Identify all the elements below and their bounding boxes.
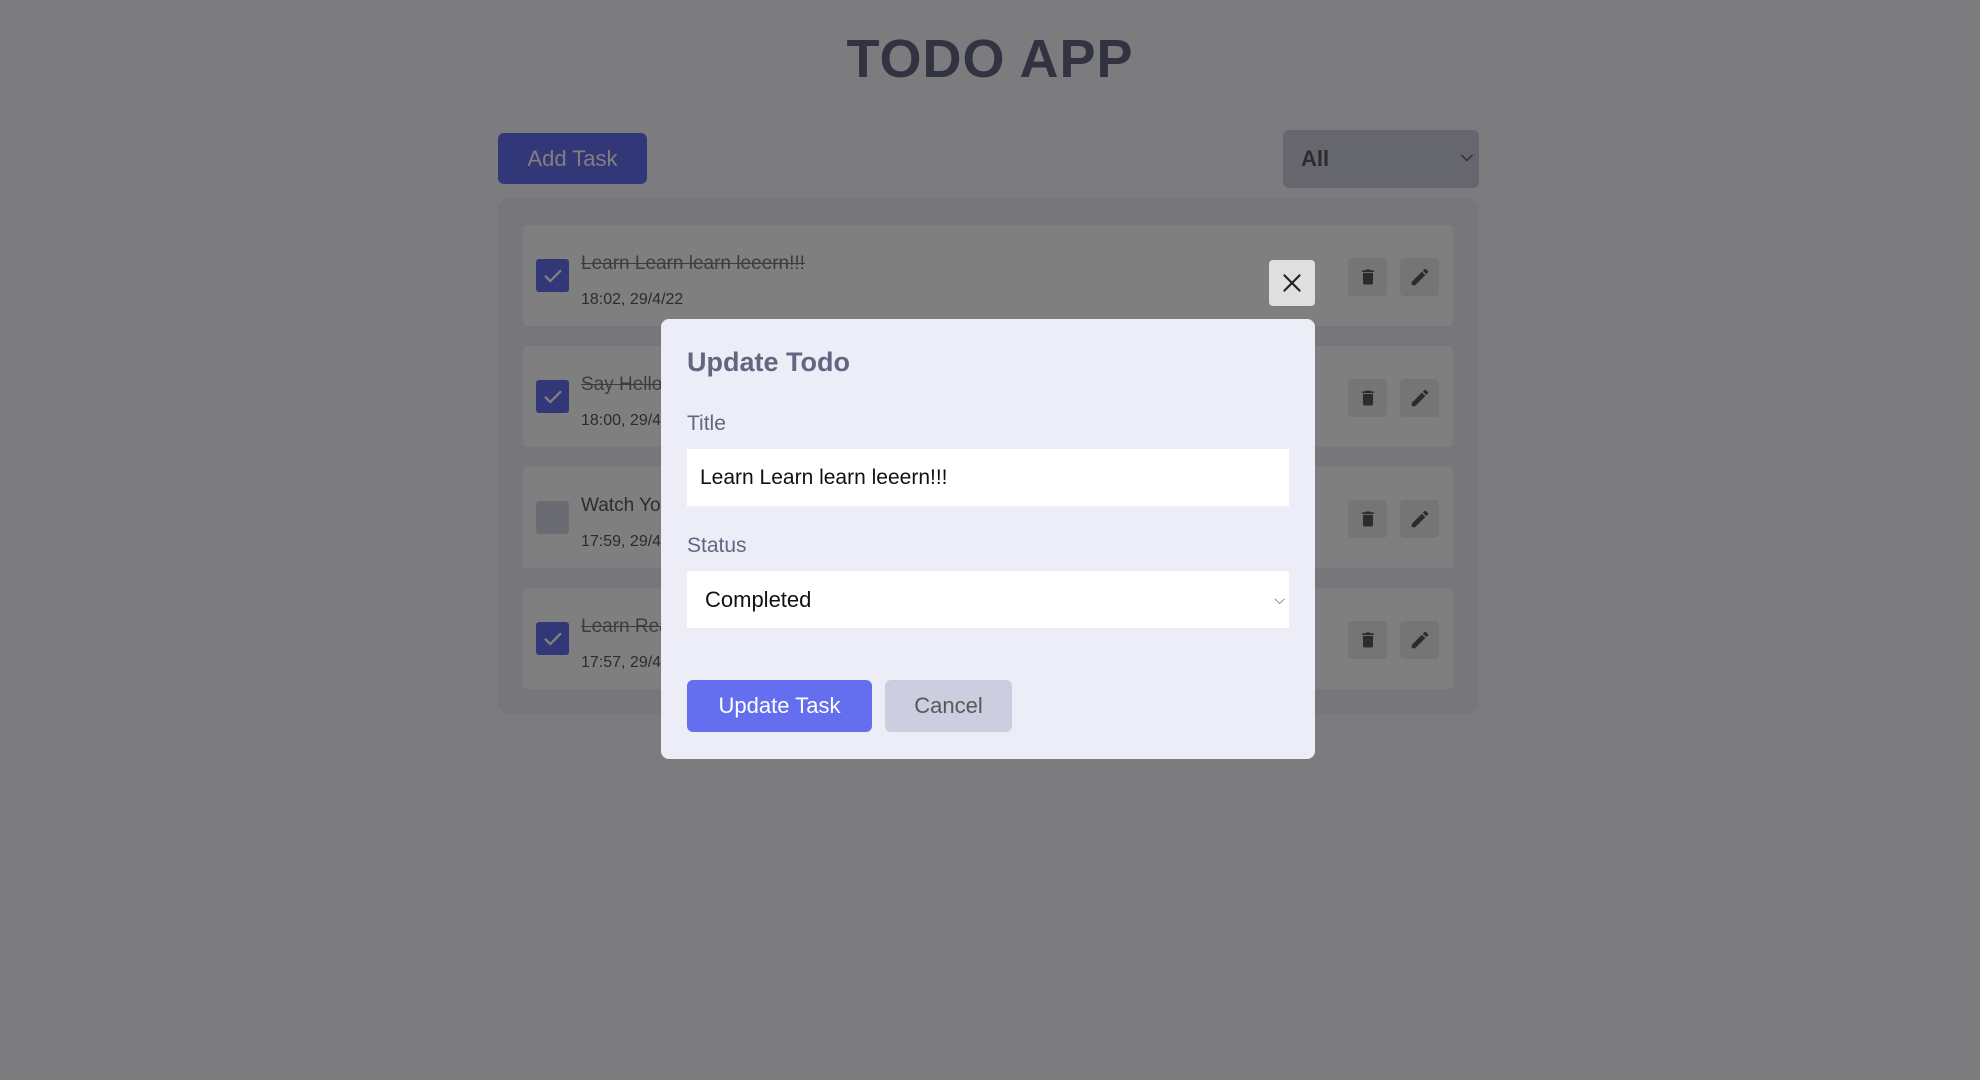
close-icon (1283, 274, 1301, 292)
chevron-down-icon: ⌵ (1274, 591, 1285, 607)
status-select[interactable]: Completed ⌵ (687, 571, 1289, 628)
modal-title: Update Todo (687, 347, 850, 377)
status-selected-value: Completed (705, 586, 812, 612)
status-label: Status (687, 534, 747, 557)
modal-close-button[interactable] (1269, 260, 1315, 306)
title-input[interactable] (687, 449, 1289, 506)
cancel-button[interactable]: Cancel (885, 680, 1012, 732)
update-task-button[interactable]: Update Task (687, 680, 872, 732)
update-todo-modal: Update Todo Title Status Completed ⌵ Upd… (661, 319, 1315, 759)
title-label: Title (687, 412, 726, 435)
